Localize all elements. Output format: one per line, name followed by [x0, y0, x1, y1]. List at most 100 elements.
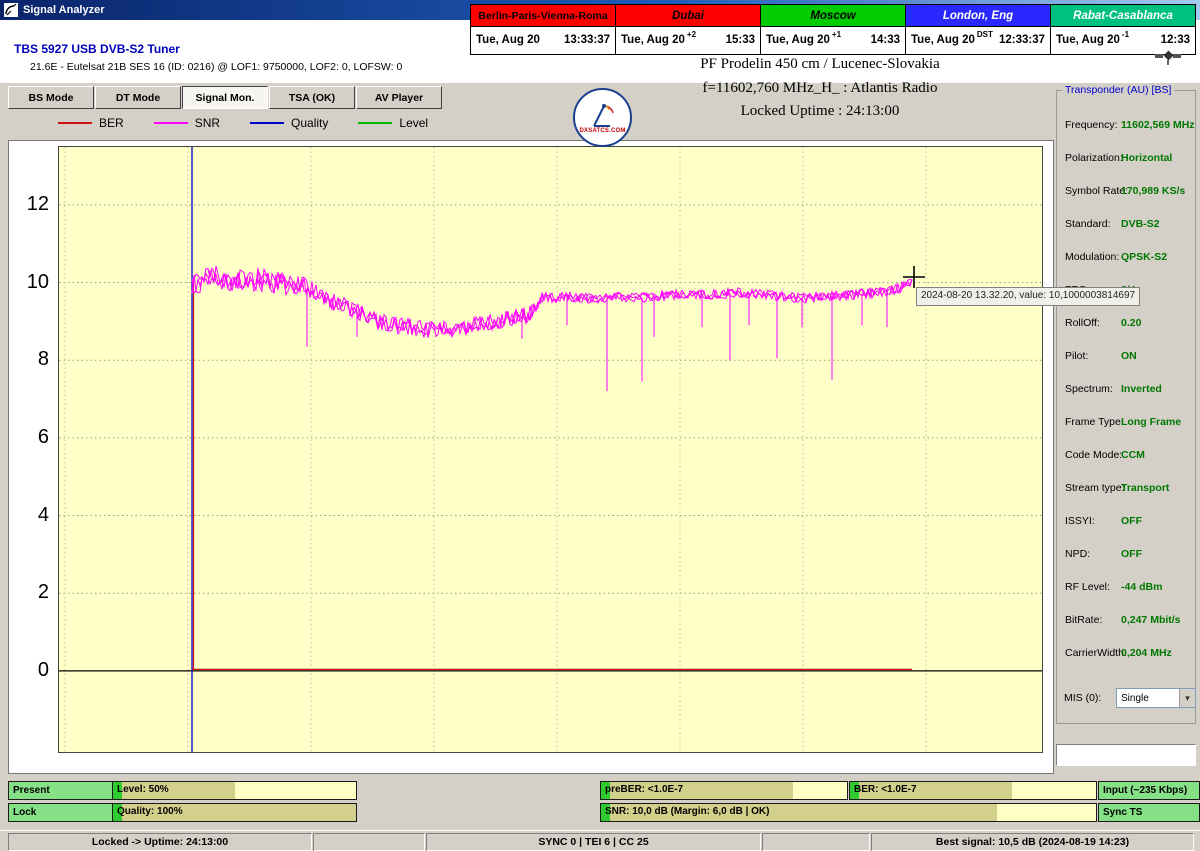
legend-label: BER [99, 116, 124, 130]
level-progressbar: Level: 50% [112, 781, 357, 800]
window-title: Signal Analyzer [23, 4, 105, 16]
level-progressbar-label: Level: 50% [117, 784, 169, 795]
clock-city-label: London, Eng [906, 5, 1050, 27]
transponder-row-value: Long Frame [1121, 416, 1182, 428]
mis-dropdown[interactable]: Single ▾ [1116, 688, 1196, 708]
y-axis-label: 10 [26, 270, 49, 293]
transponder-row-value: ON [1121, 350, 1137, 362]
satellite-icon [1155, 50, 1181, 65]
legend-level-line [358, 122, 393, 124]
statusbar: Locked -> Uptime: 24:13:00 SYNC 0 | TEI … [0, 830, 1200, 851]
dxsatcs-logo-text: DXSATCS.COM [579, 127, 626, 134]
transponder-row-carrierwidth: CarrierWidth: 0,204 MHz [1057, 647, 1195, 661]
snr-progressbar: SNR: 10,0 dB (Margin: 6,0 dB | OK) [600, 803, 1097, 822]
transponder-row-spectrum: Spectrum: Inverted [1057, 383, 1195, 397]
transponder-row-npd: NPD: OFF [1057, 548, 1195, 562]
world-clocks: Berlin-Paris-Vienna-Roma Tue, Aug 20 13:33… [470, 4, 1196, 55]
legend-item-ber: BER [58, 116, 124, 130]
input-rate-indicator: Input (~235 Kbps) [1098, 781, 1200, 800]
present-indicator: Present [8, 781, 114, 800]
legend-item-quality: Quality [250, 116, 328, 130]
signal-plot[interactable] [58, 146, 1043, 753]
clock-time: 13:33:37 [563, 34, 610, 46]
clock-date: Tue, Aug 20 [911, 34, 975, 46]
transponder-row-rf-level: RF Level: -44 dBm [1057, 581, 1195, 595]
chevron-down-icon: ▾ [1179, 689, 1195, 707]
transponder-row-bitrate: BitRate: 0,247 Mbit/s [1057, 614, 1195, 628]
clock-datetime: Tue, Aug 20 +2 15:33 [616, 27, 760, 53]
dish-location-text: PF Prodelin 450 cm / Lucenec-Slovakia [700, 56, 940, 72]
transponder-row-value: Transport [1121, 482, 1170, 494]
clock-city-label: Dubai [616, 5, 760, 27]
legend-label: Quality [291, 116, 329, 130]
status-box [1056, 744, 1196, 766]
clock-rabat-casablanca: Rabat-Casablanca Tue, Aug 20 -1 12:33 [1050, 5, 1195, 54]
transponder-row-label: Spectrum: [1065, 383, 1113, 395]
statusbar-sync-counters: SYNC 0 | TEI 6 | CC 25 [426, 833, 761, 851]
transponder-row-value: Horizontal [1121, 152, 1173, 164]
transponder-panel-title: Transponder (AU) [BS] [1062, 84, 1175, 96]
transponder-row-label: Standard: [1065, 218, 1111, 230]
transponder-row-issyi: ISSYI: OFF [1057, 515, 1195, 529]
ber-progressbar-label: BER: <1.0E-7 [854, 784, 917, 795]
preber-progressbar-label: preBER: <1.0E-7 [605, 784, 684, 795]
transponder-row-label: Frame Type: [1065, 416, 1124, 428]
clock-time: 15:33 [725, 34, 755, 46]
tab-signal-mon[interactable]: Signal Mon. [182, 86, 268, 109]
transponder-panel: Frequency: 11602,569 MHz Polarization: Hori… [1056, 90, 1196, 724]
transponder-row-label: ISSYI: [1065, 515, 1095, 527]
clock-time: 14:33 [870, 34, 900, 46]
transponder-row-label: Polarization: [1065, 152, 1123, 164]
chart-legend: BER SNR Quality Level [58, 116, 428, 130]
transponder-row-value: 170,989 KS/s [1121, 185, 1186, 197]
lock-indicator: Lock [8, 803, 114, 822]
transponder-row-polarization: Polarization: Horizontal [1057, 152, 1195, 166]
tuner-details: 21.6E - Eutelsat 21B SES 16 (ID: 0216) @… [30, 61, 403, 73]
legend-ber-line [58, 122, 92, 124]
legend-label: SNR [194, 116, 221, 130]
statusbar-best-signal: Best signal: 10,5 dB (2024-08-19 14:23) [871, 833, 1194, 851]
statusbar-uptime: Locked -> Uptime: 24:13:00 [8, 833, 312, 851]
tab-av-player[interactable]: AV Player [356, 86, 442, 109]
tab-bs-mode[interactable]: BS Mode [8, 86, 94, 109]
transponder-row-value: 11602,569 MHz [1121, 119, 1195, 131]
y-axis-label: 12 [26, 192, 49, 215]
transponder-row-frame-type: Frame Type: Long Frame [1057, 416, 1195, 430]
transponder-row-label: RF Level: [1065, 581, 1110, 593]
transponder-row-value: QPSK-S2 [1121, 251, 1168, 263]
mis-label: MIS (0): [1064, 692, 1102, 704]
transponder-row-label: RollOff: [1065, 317, 1100, 329]
legend-item-level: Level [358, 116, 428, 130]
transponder-row-frequency: Frequency: 11602,569 MHz [1057, 119, 1195, 133]
clock-berlin-paris-vienna-roma: Berlin-Paris-Vienna-Roma Tue, Aug 20 13:33… [471, 5, 615, 54]
app-icon [4, 3, 18, 17]
statusbar-spacer-2 [762, 833, 870, 851]
tab-dt-mode[interactable]: DT Mode [95, 86, 181, 109]
legend-label: Level [399, 116, 429, 130]
transponder-row-label: BitRate: [1065, 614, 1103, 626]
y-axis-label: 8 [37, 348, 49, 371]
y-axis-label: 2 [37, 581, 49, 604]
transponder-row-value: Inverted [1121, 383, 1162, 395]
signal-analyzer-window: Signal Analyzer TBS 5927 USB DVB-S2 Tune… [0, 0, 1200, 851]
antenna-icon [592, 103, 614, 127]
clock-moscow: Moscow Tue, Aug 20 +1 14:33 [760, 5, 905, 54]
transponder-row-label: Pilot: [1065, 350, 1089, 362]
transponder-row-value: -44 dBm [1121, 581, 1163, 593]
transponder-row-label: Symbol Rate: [1065, 185, 1129, 197]
tab-tsa-ok[interactable]: TSA (OK) [269, 86, 355, 109]
preber-progressbar: preBER: <1.0E-7 [600, 781, 848, 800]
clock-city-label: Berlin-Paris-Vienna-Roma [471, 5, 615, 27]
tuner-name: TBS 5927 USB DVB-S2 Tuner [14, 42, 180, 56]
transponder-row-pilot: Pilot: ON [1057, 350, 1195, 364]
chart-tooltip: 2024-08-20 13.32.20, value: 10,100000381… [916, 287, 1141, 306]
clock-london-eng: London, Eng Tue, Aug 20 DST 12:33:37 [905, 5, 1050, 54]
clock-offset: DST [976, 30, 993, 39]
legend-snr-line [153, 122, 188, 124]
clock-offset: +2 [686, 30, 697, 39]
clock-datetime: Tue, Aug 20 +1 14:33 [761, 27, 905, 53]
clock-time: 12:33:37 [998, 34, 1045, 46]
ber-progressbar: BER: <1.0E-7 [849, 781, 1097, 800]
clock-datetime: Tue, Aug 20 DST 12:33:37 [906, 27, 1050, 53]
transponder-row-value: CCM [1121, 449, 1145, 461]
